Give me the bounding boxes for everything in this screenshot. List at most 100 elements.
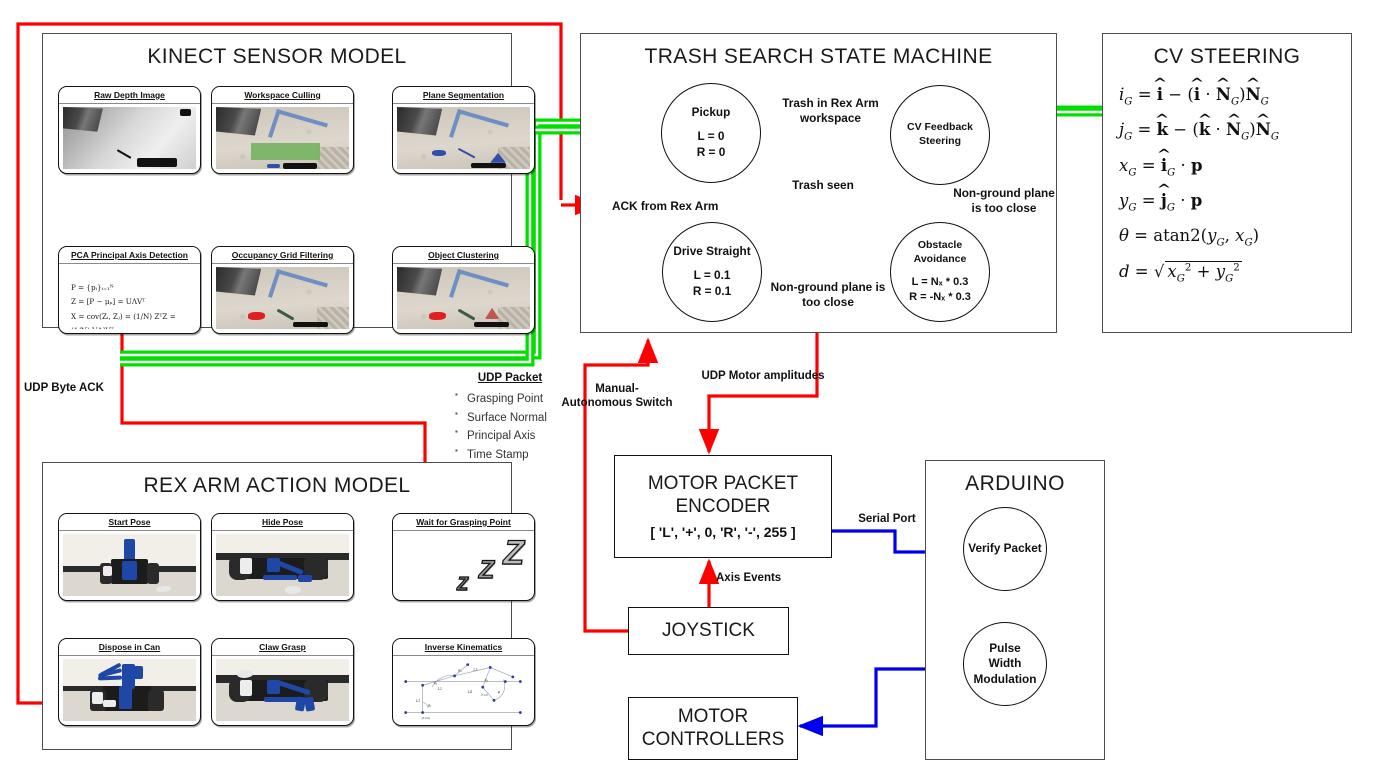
ik-svg: L1L2 L3L4 θ₂θ₃ θ₄φ θ₁ [0,0,0] [x,y,z]	[404, 663, 522, 720]
card-formulas: P = {pᵢ}ᵢ₌₁ᴺ Z = [P − μₚ] = UΛVᵀ X = cov…	[63, 267, 196, 329]
transition-label-trash-in-workspace: Trash in Rex Arm workspace	[782, 96, 879, 126]
card-wait-for-grasping-point: Wait for Grasping Point Z Z Z	[392, 513, 535, 601]
card-image	[216, 107, 349, 169]
motor-packet-encoder-packet: [ 'L', '+', 0, 'R', '-', 255 ]	[650, 523, 796, 540]
card-claw-grasp: Claw Grasp	[211, 638, 354, 726]
state-node-value-l: L = Nₓ * 0.3	[911, 276, 969, 289]
equation-x-g: xG = iG · p	[1119, 156, 1351, 178]
card-hide-pose: Hide Pose	[211, 513, 354, 601]
rexarm-panel-title: REX ARM ACTION MODEL	[143, 474, 411, 497]
panel-arduino: ARDUINO	[925, 460, 1105, 760]
zzz-glyph-small: Z	[456, 573, 468, 594]
svg-text:[x,y,z]: [x,y,z]	[481, 694, 488, 697]
card-image	[63, 107, 196, 169]
svg-text:[0,0,0]: [0,0,0]	[422, 717, 430, 720]
card-image	[216, 534, 349, 596]
state-node-label: Obstacle Avoidance	[913, 239, 967, 265]
card-start-pose: Start Pose	[58, 513, 201, 601]
card-ik-diagram: L1 L2 L3 L4 θ₂ θ₃ θ₄ φ θ₁ [0,0,0] [x,y,z]	[397, 659, 530, 721]
udp-packet-item: Time Stamp	[455, 445, 565, 465]
udp-packet-item: Principal Axis	[455, 426, 565, 446]
card-caption: Start Pose	[59, 514, 200, 531]
state-node-obstacle-avoidance[interactable]: Obstacle Avoidance L = Nₓ * 0.3 R = -Nₓ …	[890, 222, 990, 322]
card-caption: Claw Grasp	[212, 639, 353, 656]
zzz-icon: Z Z Z	[397, 534, 530, 596]
block-motor-packet-encoder[interactable]: MOTOR PACKET ENCODER [ 'L', '+', 0, 'R',…	[614, 455, 832, 558]
arduino-panel-title: ARDUINO	[965, 472, 1065, 495]
statemachine-panel-title: TRASH SEARCH STATE MACHINE	[644, 45, 993, 68]
card-caption: Raw Depth Image	[59, 87, 200, 104]
block-motor-controllers[interactable]: MOTOR CONTROLLERS	[628, 697, 798, 760]
card-caption: Wait for Grasping Point	[393, 514, 534, 531]
label-ack-from-rex-arm: ACK from Rex Arm	[612, 199, 719, 213]
svg-text:φ: φ	[498, 690, 501, 694]
card-inverse-kinematics: Inverse Kinematics L1 L2 L3 L4 θ₂ θ₃ θ₄ …	[392, 638, 535, 726]
panel-rex-arm-action-model: REX ARM ACTION MODEL Start Pose Hide Pos…	[42, 462, 535, 750]
card-raw-depth-image: Raw Depth Image	[58, 86, 201, 174]
card-object-clustering: Object Clustering	[392, 246, 535, 334]
panel-kinect-sensor-model: KINECT SENSOR MODEL Raw Depth Image Work…	[42, 33, 535, 334]
equation-j-g: jG = k − (k · NG)NG	[1119, 120, 1351, 142]
motor-controllers-title: MOTOR CONTROLLERS	[641, 706, 785, 750]
svg-text:L2: L2	[437, 687, 442, 691]
state-node-values: L = 0.1 R = 0.1	[693, 268, 731, 300]
pca-formula-3: X = cov(Zᵢ, Zⱼ) = (1/N) ZᵀZ = (1/N) VΛ²V…	[71, 311, 176, 329]
card-image	[63, 659, 196, 721]
card-caption: Workspace Culling	[212, 87, 353, 104]
zzz-glyph-large: Z	[503, 534, 525, 573]
equation-i-g: iG = i − (i · NG)NG	[1119, 85, 1351, 107]
arduino-node-verify-packet[interactable]: Verify Packet	[963, 507, 1047, 591]
panel-cv-steering: CV STEERING iG = i − (i · NG)NG jG = k −…	[1102, 33, 1352, 333]
arduino-node-pulse-width-modulation[interactable]: Pulse Width Modulation	[963, 622, 1047, 706]
card-image	[397, 107, 530, 169]
card-occupancy-grid-filtering: Occupancy Grid Filtering	[211, 246, 354, 334]
card-plane-segmentation: Plane Segmentation	[392, 86, 535, 174]
svg-text:θ₁: θ₁	[428, 704, 431, 708]
state-node-value-r: R = 0	[696, 145, 726, 160]
card-caption: Plane Segmentation	[393, 87, 534, 104]
motor-packet-encoder-title: MOTOR PACKET ENCODER	[647, 473, 799, 517]
state-node-value-l: L = 0.1	[693, 268, 731, 283]
wire-udp-motor-amplitudes	[698, 333, 819, 455]
label-udp-packet: UDP Packet Grasping Point Surface Normal…	[455, 372, 565, 465]
udp-packet-item: Grasping Point	[455, 389, 565, 409]
label-manual-autonomous-switch: Manual-Autonomous Switch	[561, 383, 673, 410]
label-axis-events: Axis Events	[716, 572, 782, 584]
state-node-value-l: L = 0	[697, 129, 725, 144]
udp-packet-header: UDP Packet	[477, 372, 543, 384]
block-joystick[interactable]: JOYSTICK	[628, 607, 789, 655]
state-node-value-r: R = -Nₓ * 0.3	[909, 291, 971, 304]
arduino-node-label: Pulse Width Modulation	[973, 641, 1037, 686]
transition-label-trash-seen: Trash seen	[792, 178, 854, 192]
state-node-pickup[interactable]: Pickup L = 0 R = 0	[661, 83, 761, 183]
state-node-cv-feedback-steering[interactable]: CV Feedback Steering	[890, 85, 990, 185]
card-pca-principal-axis-detection: PCA Principal Axis Detection P = {pᵢ}ᵢ₌₁…	[58, 246, 201, 334]
state-node-label: Pickup	[691, 104, 731, 119]
cv-steering-equations: iG = i − (i · NG)NG jG = k − (k · NG)NG …	[1103, 85, 1351, 285]
svg-text:L1: L1	[415, 699, 420, 703]
pca-formula-1: P = {pᵢ}ᵢ₌₁ᴺ	[71, 283, 114, 292]
equation-y-g: yG = jG · p	[1119, 191, 1351, 213]
state-node-label: Drive Straight	[673, 243, 751, 258]
state-node-values: L = 0 R = 0	[697, 129, 726, 161]
label-udp-byte-ack: UDP Byte ACK	[24, 382, 104, 394]
arduino-node-label: Verify Packet	[968, 541, 1042, 556]
equation-theta: θ = atan2(yG, xG)	[1119, 226, 1260, 249]
cvsteering-panel-title: CV STEERING	[1153, 45, 1301, 68]
state-node-label: CV Feedback Steering	[907, 121, 973, 147]
card-caption: Occupancy Grid Filtering	[212, 247, 353, 264]
zzz-glyph-medium: Z	[478, 555, 495, 584]
udp-packet-list: Grasping Point Surface Normal Principal …	[455, 389, 565, 465]
card-dispose-in-can: Dispose in Can	[58, 638, 201, 726]
pca-formula-2: Z = [P − μₚ] = UΛVᵀ	[71, 297, 146, 307]
card-caption: PCA Principal Axis Detection	[59, 247, 200, 264]
card-image	[216, 659, 349, 721]
card-image	[216, 267, 349, 329]
svg-text:L3: L3	[472, 668, 477, 672]
card-caption: Object Clustering	[393, 247, 534, 264]
svg-text:L4: L4	[467, 690, 472, 694]
state-node-drive-straight[interactable]: Drive Straight L = 0.1 R = 0.1	[662, 222, 762, 322]
card-caption: Hide Pose	[212, 514, 353, 531]
diagram-canvas: KINECT SENSOR MODEL Raw Depth Image Work…	[0, 0, 1377, 779]
state-node-values: L = Nₓ * 0.3 R = -Nₓ * 0.3	[909, 275, 971, 305]
